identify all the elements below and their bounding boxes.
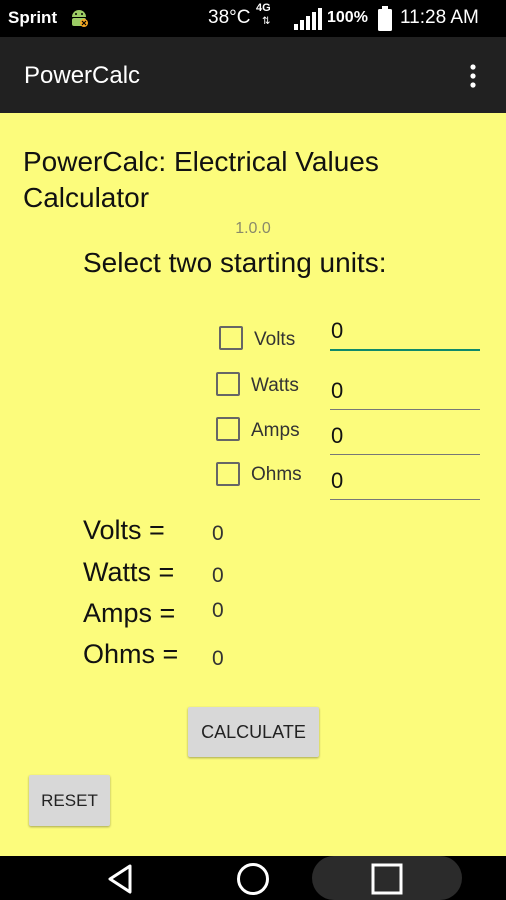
instruction-text: Select two starting units: [83, 247, 387, 278]
calculate-button[interactable]: CALCULATE [188, 707, 319, 757]
battery-percentage: 100% [327, 9, 368, 26]
ohms-checkbox[interactable] [216, 462, 240, 486]
unit-row-amps: Amps [0, 413, 506, 457]
carrier-name: Sprint [8, 8, 58, 27]
temperature: 38°C [208, 7, 251, 28]
volts-checkbox[interactable] [219, 326, 243, 350]
status-bar: Sprint 38°C 4G ⇅ 100% 11:28 AM [0, 0, 506, 37]
amps-input[interactable] [330, 417, 480, 455]
android-debug-icon [72, 10, 88, 27]
result-volts-value: 0 [212, 522, 224, 545]
result-volts-label: Volts = [83, 515, 165, 545]
battery-icon [378, 6, 392, 31]
unit-row-volts: Volts [0, 311, 506, 355]
ohms-checkbox-label[interactable]: Ohms [251, 464, 302, 486]
recents-icon[interactable] [371, 863, 403, 895]
result-watts-label: Watts = [83, 557, 175, 587]
result-watts-value: 0 [212, 564, 224, 587]
back-icon[interactable] [104, 863, 136, 895]
unit-row-ohms: Ohms [0, 457, 506, 501]
more-vert-icon[interactable] [460, 61, 486, 91]
version-label: 1.0.0 [235, 220, 271, 237]
watts-checkbox[interactable] [216, 372, 240, 396]
app-title: PowerCalc [24, 62, 141, 89]
network-type: 4G [256, 2, 271, 14]
watts-checkbox-label[interactable]: Watts [251, 375, 299, 397]
signal-strength-icon [294, 8, 322, 30]
data-activity-icon: ⇅ [262, 16, 271, 27]
result-ohms-value: 0 [212, 647, 224, 670]
volts-checkbox-label[interactable]: Volts [254, 329, 295, 351]
watts-input[interactable] [330, 372, 480, 410]
unit-row-watts: Watts [0, 368, 506, 412]
result-amps-label: Amps = [83, 598, 176, 628]
main-content: PowerCalc: Electrical Values Calculator … [0, 113, 506, 856]
amps-checkbox[interactable] [216, 417, 240, 441]
navigation-bar [0, 856, 506, 900]
page-title: PowerCalc: Electrical Values Calculator [23, 146, 379, 213]
home-icon[interactable] [236, 862, 270, 896]
reset-button[interactable]: RESET [29, 775, 110, 826]
ohms-input[interactable] [330, 462, 480, 500]
clock: 11:28 AM [400, 7, 479, 28]
app-bar: PowerCalc [0, 37, 506, 113]
result-amps-value: 0 [212, 599, 224, 622]
volts-input[interactable] [330, 313, 480, 351]
result-ohms-label: Ohms = [83, 639, 179, 669]
amps-checkbox-label[interactable]: Amps [251, 420, 300, 442]
